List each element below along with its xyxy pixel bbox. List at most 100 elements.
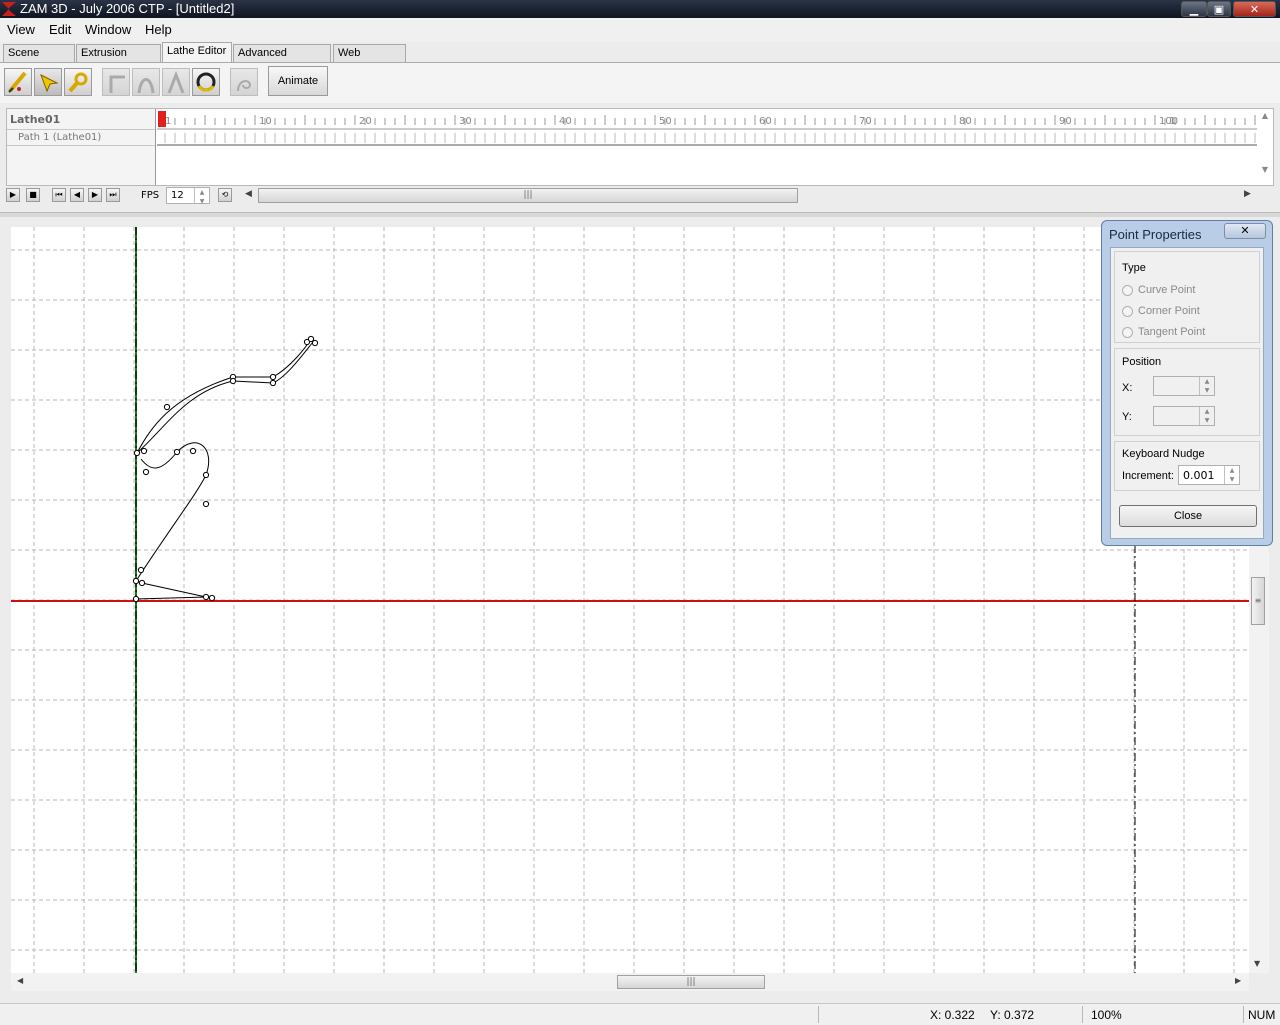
timeline-scroll-right-icon[interactable]: ▶ — [1244, 189, 1251, 199]
arrow-pointer-icon — [40, 73, 59, 93]
maximize-button[interactable]: ▣ — [1207, 1, 1231, 17]
control-point[interactable] — [229, 377, 237, 385]
curve-point-label[interactable]: Curve Point — [1138, 284, 1195, 296]
fps-spin-arrows[interactable]: ▲ ▼ — [194, 188, 209, 205]
lathe-canvas[interactable] — [11, 227, 1249, 973]
ruler-label: 40 — [559, 116, 572, 127]
position-group: Position X: ▲ ▼ Y: ▲ ▼ — [1114, 348, 1260, 436]
tab-advanced-modeler[interactable]: Advanced Modeler — [233, 44, 331, 76]
viewport-hscroll[interactable]: ◀ ||| ▶ — [11, 973, 1249, 991]
tangent-point-radio[interactable] — [1122, 327, 1133, 338]
status-x-coord: X: 0.322 — [930, 1008, 975, 1022]
menu-bar: View Edit Window Help — [0, 18, 1280, 43]
hscroll-left-icon[interactable]: ◀ — [17, 976, 23, 985]
pen-icon — [8, 71, 27, 93]
fps-value[interactable]: 12 — [171, 190, 184, 201]
step-back-icon: ◀ — [73, 190, 81, 199]
stop-button[interactable]: ■ — [26, 188, 40, 202]
timeline-scroll-left-icon[interactable]: ◀ — [245, 189, 252, 199]
increment-label: Increment: — [1122, 470, 1174, 482]
animate-button[interactable]: Animate — [268, 66, 328, 96]
control-point[interactable] — [269, 373, 277, 381]
control-point[interactable] — [142, 468, 150, 476]
control-point[interactable] — [269, 379, 277, 387]
corner-point-label[interactable]: Corner Point — [1138, 305, 1200, 317]
hscroll-right-icon[interactable]: ▶ — [1235, 976, 1241, 985]
dialog-title: Point Properties — [1109, 227, 1202, 242]
pen-tool-button[interactable] — [4, 68, 32, 96]
increment-input[interactable]: 0.001 ▲ ▼ — [1178, 465, 1240, 485]
ruler-label: 60 — [759, 116, 772, 127]
lathe-profile-path[interactable] — [135, 338, 314, 600]
menu-edit[interactable]: Edit — [49, 22, 71, 37]
minimize-button[interactable]: ▁ — [1181, 1, 1207, 17]
control-point[interactable] — [132, 577, 140, 585]
control-point[interactable] — [132, 595, 140, 603]
increment-value[interactable]: 0.001 — [1183, 469, 1215, 482]
control-point[interactable] — [202, 500, 210, 508]
ruler-label: 20 — [359, 116, 372, 127]
corner-curve-icon — [109, 75, 125, 93]
y-spin-arrows[interactable]: ▲ ▼ — [1199, 407, 1214, 425]
dialog-close-x-button[interactable]: ✕ — [1224, 223, 1266, 239]
close-window-button[interactable]: ✕ — [1233, 1, 1276, 17]
control-point[interactable] — [202, 471, 210, 479]
control-point[interactable] — [202, 593, 210, 601]
curve-point-radio[interactable] — [1122, 285, 1133, 296]
x-position-input[interactable]: ▲ ▼ — [1153, 376, 1215, 396]
timeline-vscroll[interactable]: ▲ ▼ — [1259, 111, 1271, 183]
corner-point-radio[interactable] — [1122, 306, 1133, 317]
type-group-label: Type — [1122, 262, 1146, 274]
y-position-input[interactable]: ▲ ▼ — [1153, 406, 1215, 426]
menu-window[interactable]: Window — [85, 22, 131, 37]
vscroll-down-icon[interactable]: ▼ — [1254, 959, 1260, 968]
timeline-track-name[interactable]: Path 1 (Lathe01) — [18, 132, 101, 143]
lathe-preview-button[interactable] — [192, 68, 220, 96]
timeline-hscroll-thumb[interactable]: ||| — [258, 188, 798, 203]
viewport-vscroll-thumb[interactable]: ≡ — [1251, 577, 1265, 625]
type-group: Type Curve Point Corner Point Tangent Po… — [1114, 251, 1260, 343]
menu-view[interactable]: View — [7, 22, 35, 37]
increment-spin-arrows[interactable]: ▲ ▼ — [1224, 466, 1239, 484]
fps-spinner[interactable]: 12 ▲ ▼ — [166, 187, 210, 205]
close-button[interactable]: Close — [1119, 505, 1257, 527]
loop-button[interactable]: ⟲ — [218, 188, 232, 202]
tangent-point-button[interactable] — [162, 68, 190, 96]
control-point[interactable] — [208, 594, 216, 602]
first-frame-button[interactable]: ⏮ — [52, 188, 66, 202]
pane-splitter[interactable] — [0, 212, 1280, 217]
tab-lathe-editor[interactable]: Lathe Editor — [162, 42, 232, 63]
next-frame-button[interactable]: ▶ — [88, 188, 102, 202]
prev-frame-button[interactable]: ◀ — [70, 188, 84, 202]
control-point[interactable] — [133, 449, 141, 457]
viewport-hscroll-thumb[interactable]: ||| — [617, 975, 765, 989]
tab-web-assistant[interactable]: Web Assistant — [333, 44, 406, 76]
point-properties-dialog: Point Properties ✕ Type Curve Point Corn… — [1101, 220, 1273, 546]
control-point[interactable] — [137, 566, 145, 574]
timeline-object-name[interactable]: Lathe01 — [10, 113, 60, 126]
tab-extrusion-editor[interactable]: Extrusion Editor — [76, 44, 161, 76]
timeline-ruler[interactable]: 1 10 20 30 40 50 60 70 80 90 1001 — [157, 109, 1257, 149]
control-point[interactable] — [163, 403, 171, 411]
editor-tabs: Scene Editor Extrusion Editor Lathe Edit… — [0, 42, 1280, 76]
play-button[interactable]: ▶ — [6, 188, 20, 202]
control-point[interactable] — [173, 448, 181, 456]
select-tool-button[interactable] — [34, 68, 62, 96]
corner-point-button[interactable] — [102, 68, 130, 96]
x-spin-arrows[interactable]: ▲ ▼ — [1199, 377, 1214, 395]
tab-scene-editor[interactable]: Scene Editor — [3, 44, 75, 76]
keyboard-nudge-label: Keyboard Nudge — [1122, 448, 1205, 460]
tangent-point-label[interactable]: Tangent Point — [1138, 326, 1205, 338]
smooth-curve-icon — [137, 78, 155, 94]
curve-point-button[interactable] — [132, 68, 160, 96]
control-point[interactable] — [311, 339, 319, 347]
lathe-viewport[interactable] — [11, 227, 1249, 973]
control-point[interactable] — [189, 447, 197, 455]
menu-help[interactable]: Help — [145, 22, 172, 37]
current-frame-marker[interactable] — [158, 111, 166, 127]
control-point[interactable] — [140, 447, 148, 455]
magnify-tool-button[interactable] — [64, 68, 92, 96]
control-point[interactable] — [138, 579, 146, 587]
lathe-shape-button[interactable] — [230, 68, 258, 96]
last-frame-button[interactable]: ⏭ — [106, 188, 120, 202]
